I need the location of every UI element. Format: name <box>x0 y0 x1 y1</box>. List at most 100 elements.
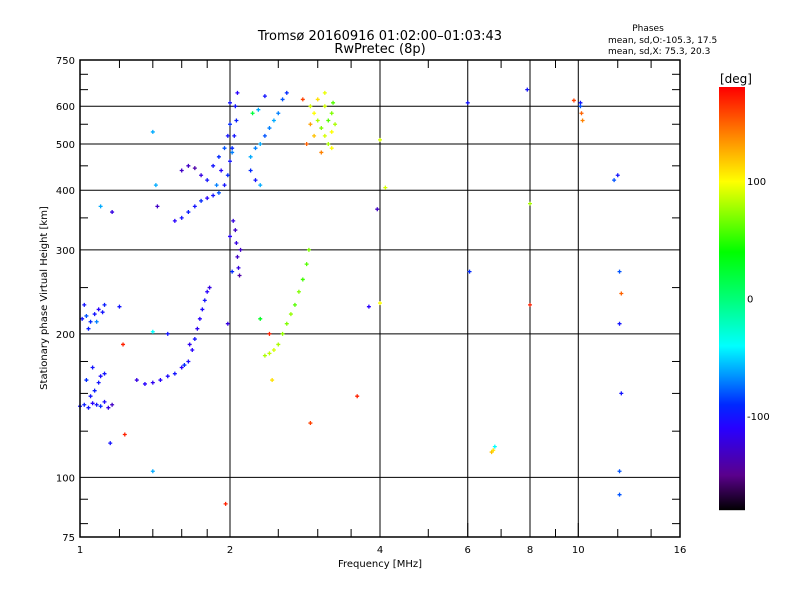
data-point <box>250 111 255 116</box>
data-point <box>216 154 221 159</box>
data-point <box>90 401 95 406</box>
data-point <box>98 374 103 379</box>
data-point <box>186 210 191 215</box>
data-point <box>205 178 210 183</box>
data-point <box>182 363 187 368</box>
data-point <box>80 316 85 321</box>
colorbar-tick-label: 100 <box>747 177 766 188</box>
colorbar-tick-label: 0 <box>747 295 753 306</box>
data-point <box>190 347 195 352</box>
data-point <box>219 168 224 173</box>
y-axis-label: Stationary phase Virtual Height [km] <box>39 206 50 390</box>
data-point <box>92 312 97 317</box>
data-point <box>230 150 235 155</box>
data-point <box>86 326 91 331</box>
data-point <box>326 118 331 123</box>
data-point <box>88 394 93 399</box>
data-point <box>205 289 210 294</box>
data-point <box>326 141 331 146</box>
data-point <box>235 90 240 95</box>
data-point <box>102 371 107 376</box>
y-tick-label: 400 <box>56 186 75 197</box>
data-point <box>355 394 360 399</box>
data-point <box>333 122 338 127</box>
x-tick-label: 10 <box>572 545 585 556</box>
data-point <box>262 353 267 358</box>
data-point <box>617 469 622 474</box>
data-point <box>258 316 263 321</box>
data-point <box>199 173 204 178</box>
data-point <box>315 118 320 123</box>
data-point <box>90 365 95 370</box>
data-point <box>617 492 622 497</box>
data-point <box>172 371 177 376</box>
data-point <box>102 302 107 307</box>
data-point <box>238 247 243 252</box>
data-point <box>331 100 336 105</box>
data-point <box>192 337 197 342</box>
data-point <box>300 277 305 282</box>
data-point <box>82 302 87 307</box>
data-point <box>110 402 115 407</box>
data-point <box>280 331 285 336</box>
data-point <box>525 87 530 92</box>
data-point <box>228 100 232 105</box>
data-point <box>98 204 103 209</box>
data-point <box>211 163 216 168</box>
data-point <box>312 111 317 116</box>
data-point <box>88 319 93 324</box>
data-point <box>222 183 227 188</box>
data-point <box>233 228 238 233</box>
data-point <box>150 329 155 334</box>
data-point <box>322 104 327 109</box>
ionogram-chart: Tromsø 20160916 01:02:00–01:03:43 RwPret… <box>39 24 770 570</box>
data-point <box>186 359 191 364</box>
data-point <box>187 342 192 347</box>
data-point <box>528 302 532 307</box>
data-point <box>158 378 163 383</box>
data-point <box>578 104 583 109</box>
data-point <box>153 183 158 188</box>
data-point <box>378 301 382 306</box>
data-point <box>580 118 585 123</box>
data-point <box>134 378 139 383</box>
data-point <box>195 326 200 331</box>
data-point <box>94 319 99 324</box>
data-point <box>84 378 89 383</box>
data-point <box>329 129 334 134</box>
data-point <box>300 97 305 102</box>
data-point <box>319 126 324 131</box>
data-point <box>258 183 263 188</box>
data-point <box>121 342 126 347</box>
data-point <box>216 190 221 195</box>
x-tick-label: 4 <box>377 545 383 556</box>
data-point <box>86 405 91 410</box>
data-point <box>258 141 263 146</box>
stats-o-mode: mean, sd,O:-105.3, 17.5 <box>608 36 717 46</box>
data-point <box>233 104 238 109</box>
data-point <box>528 201 532 206</box>
x-tick-label: 6 <box>465 545 471 556</box>
data-point <box>308 122 313 127</box>
data-point <box>619 391 624 396</box>
data-point <box>236 265 241 270</box>
data-point <box>378 137 382 142</box>
data-point <box>179 168 184 173</box>
data-point <box>202 298 207 303</box>
data-point <box>230 269 235 274</box>
data-point <box>253 178 258 183</box>
data-point <box>223 501 228 506</box>
data-point <box>256 107 261 112</box>
data-point <box>304 141 309 146</box>
data-point <box>465 100 470 105</box>
data-point <box>150 469 155 474</box>
colorbar-tick-label: -100 <box>747 412 770 423</box>
data-point <box>96 380 101 385</box>
data-point <box>199 198 204 203</box>
data-point <box>578 100 583 105</box>
data-point <box>329 111 334 116</box>
data-point <box>100 310 105 315</box>
data-point <box>225 173 230 178</box>
data-point <box>197 316 202 321</box>
data-point <box>117 304 122 309</box>
